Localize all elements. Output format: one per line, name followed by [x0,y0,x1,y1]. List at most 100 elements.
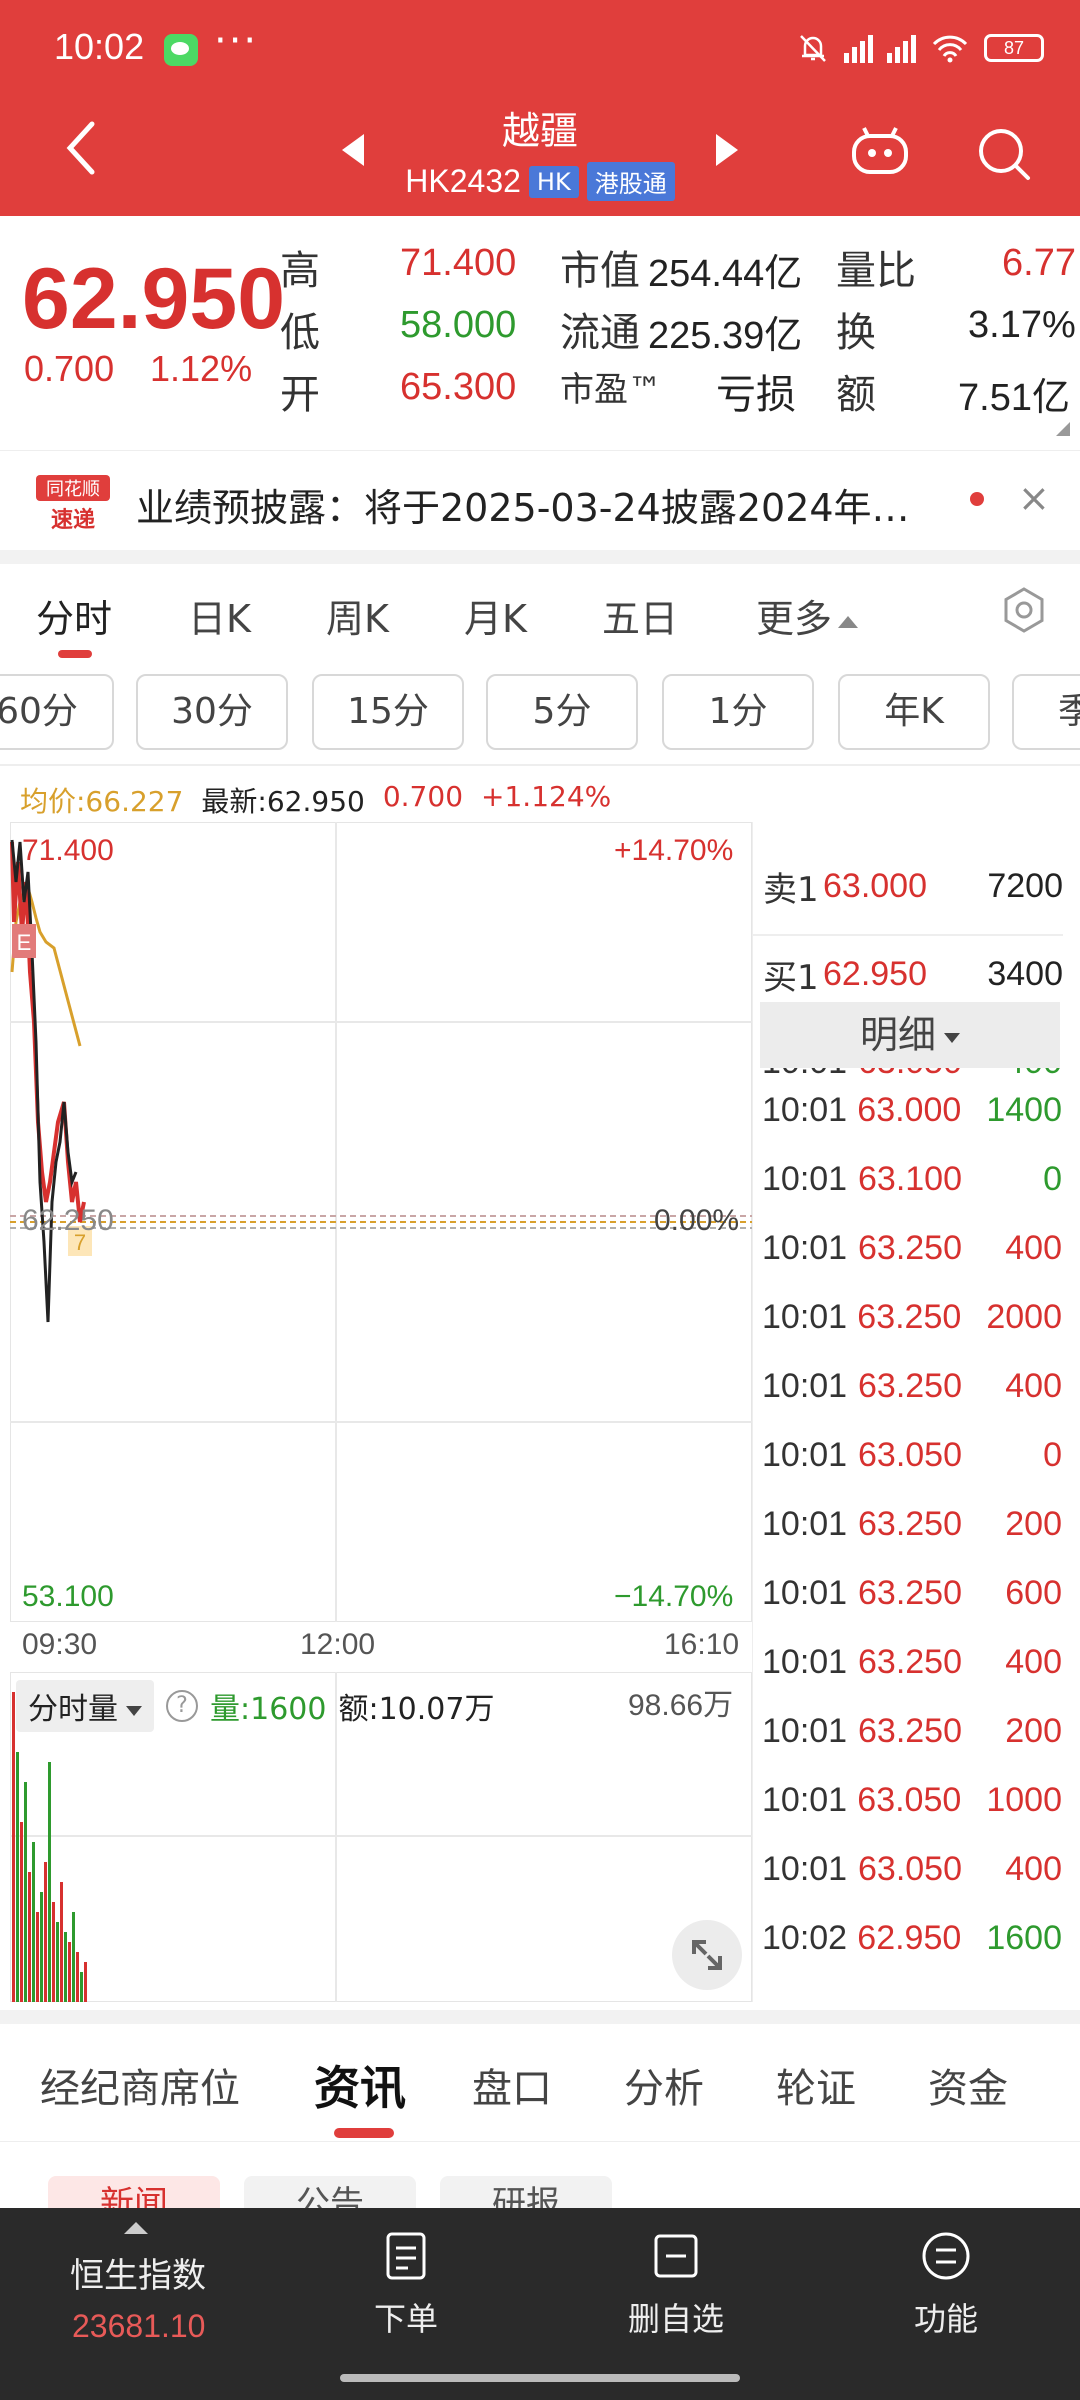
mcap-value: 254.44亿 [648,253,803,295]
order-button[interactable]: 下单 [336,2230,476,2340]
tick-volume: 400 [1005,1643,1062,1681]
tab-orderbook[interactable]: 盘口 [472,2056,552,2114]
vol-ratio-value: 6.77 [1002,242,1076,284]
robot-assistant-icon[interactable] [850,126,910,176]
more-notifications-icon: ··· [214,18,259,64]
tab-capital[interactable]: 资金 [928,2056,1008,2114]
interval-year-k[interactable]: 年K [838,674,990,750]
tick-price: 63.250 [858,1712,962,1750]
stock-code: HK2432 [405,163,521,199]
tab-daily-k[interactable]: 日K [188,588,251,643]
interval-30m[interactable]: 30分 [136,674,288,750]
tick-detail-button[interactable]: 明细 [760,1002,1060,1068]
info-tabs: 经纪商席位 资讯 盘口 分析 轮证 资金 [0,2024,1080,2142]
tick-volume: 1000 [986,1781,1062,1819]
tab-intraday[interactable]: 分时 [36,588,112,643]
fullscreen-button[interactable] [672,1920,742,1990]
market-tag: HK [528,165,579,198]
notice-text[interactable]: 业绩预披露：将于2025-03-24披露2024年… [136,477,936,532]
interval-buttons: 60分 30分 15分 5分 1分 年K 季 [0,670,1080,760]
tick-detail-label: 明细 [859,1013,936,1057]
tab-more[interactable]: 更多 [756,588,859,643]
interval-60m[interactable]: 60分 [0,674,114,750]
tick-list[interactable]: 10:0163.050400 10:0163.0001400 10:0163.1… [752,1068,1062,1998]
subtab-research[interactable]: 研报 [440,2176,612,2208]
tick-volume: 200 [1005,1505,1062,1543]
volume-bars [12,1692,87,2002]
open-value: 65.300 [400,366,517,408]
tick-time: 10:01 [762,1091,848,1129]
divider [0,764,1080,766]
tab-warrants[interactable]: 轮证 [776,2056,856,2114]
ths-express-logo: 同花顺 速递 [36,475,110,533]
tab-monthly-k[interactable]: 月K [464,588,527,643]
volume-max: 98.66万 [628,1689,734,1722]
tick-row: 10:02 62.950 1600 [762,1904,1062,1973]
close-notice-button[interactable]: × [1018,476,1050,520]
remove-watchlist-button[interactable]: 删自选 [606,2230,746,2340]
avg-price-row: 均价:66.227 最新:62.950 0.700 +1.124% [20,780,611,820]
tick-volume: 400 [1005,1367,1062,1405]
tab-weekly-k[interactable]: 周K [326,588,389,643]
ask-1-label: 卖1 [763,869,819,910]
time-axis-start: 09:30 [22,1628,98,1661]
interval-quarter-k[interactable]: 季 [1012,674,1080,750]
home-indicator[interactable] [340,2374,740,2382]
tick-volume: 1400 [986,1091,1062,1129]
volume-value: 量:1600 [210,1692,327,1727]
active-info-tab-indicator [334,2128,394,2138]
subtab-news[interactable]: 新闻 [48,2176,220,2208]
tab-news-info[interactable]: 资讯 [314,2052,406,2118]
notice-banner[interactable]: 同花顺 速递 业绩预披露：将于2025-03-24披露2024年… [0,450,1080,550]
tab-broker-seats[interactable]: 经纪商席位 [40,2056,240,2114]
tick-time: 10:01 [762,1574,848,1612]
functions-menu-icon [922,2232,970,2280]
remove-watchlist-icon [654,2234,698,2278]
tick-time: 10:01 [762,1367,848,1405]
tick-price: 63.250 [858,1505,962,1543]
tab-analysis[interactable]: 分析 [624,2056,704,2114]
divider [0,2010,1080,2024]
search-icon[interactable] [976,126,1032,182]
intraday-chart[interactable]: E 7 [10,822,752,1622]
time-axis-mid: 12:00 [300,1628,376,1661]
turnover-value: 3.17% [968,304,1076,346]
signal-1-icon [844,33,873,63]
interval-5m[interactable]: 5分 [486,674,638,750]
remove-watchlist-label: 删自选 [627,2300,724,2338]
volume-amount: 额:10.07万 [338,1692,495,1727]
mcap-label: 市值 [560,248,640,294]
tick-time: 10:02 [762,1919,848,1957]
tick-price: 63.050 [857,1781,962,1819]
ask-1-row[interactable]: 卖1 63.000 7200 [763,846,1063,926]
price-change: 0.700 [24,348,115,389]
interval-15m[interactable]: 15分 [312,674,464,750]
tick-volume: 400 [1005,1229,1062,1267]
tick-row: 10:01 63.050 1000 [762,1766,1062,1835]
tab-five-day[interactable]: 五日 [602,588,678,643]
chart-settings-icon[interactable] [1000,586,1048,634]
functions-button[interactable]: 功能 [876,2230,1016,2340]
index-name[interactable]: 恒生指数 [70,2248,206,2297]
latest-price: 最新:62.950 [201,785,365,818]
expand-corner-icon[interactable] [1056,422,1070,436]
avg-price: 均价:66.227 [20,785,184,818]
tick-volume: 0 [1043,1160,1062,1198]
help-icon[interactable]: ? [166,1690,198,1722]
expand-index-caret-icon[interactable] [124,2222,148,2234]
pe-label: 市盈™ [560,370,662,410]
tick-row: 10:01 63.050 0 [762,1421,1062,1490]
status-icons: 87 [796,28,1044,68]
tick-price: 63.250 [858,1574,962,1612]
float-label: 流通 [560,310,640,356]
tick-time: 10:01 [762,1712,848,1750]
price-change-pct: 1.12% [150,348,253,389]
subtab-announcements[interactable]: 公告 [244,2176,416,2208]
svg-text:同花顺: 同花顺 [46,479,100,500]
tick-time: 10:01 [762,1505,848,1543]
tick-time: 10:01 [762,1298,848,1336]
quote-panel[interactable]: 62.950 0.700 1.12% 高 71.400 低 58.000 开 6… [0,216,1080,436]
pe-value: 亏损 [716,373,796,417]
interval-1m[interactable]: 1分 [662,674,814,750]
volume-type-select[interactable]: 分时量 [16,1680,154,1732]
